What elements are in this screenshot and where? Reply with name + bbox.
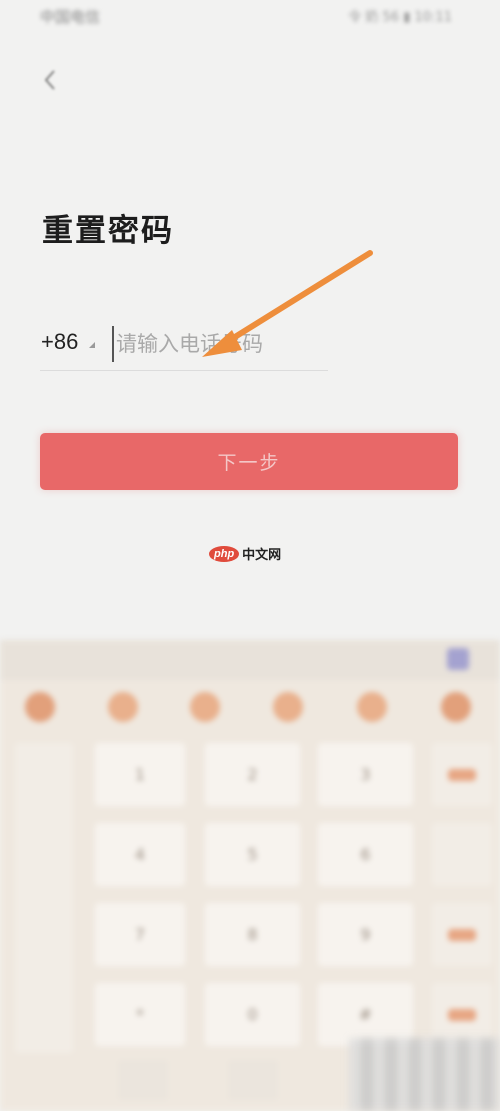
key-3[interactable]: 3 <box>318 743 413 806</box>
key-1[interactable]: 1 <box>95 743 185 806</box>
keyboard-symbol-column[interactable] <box>15 743 73 1053</box>
caret-down-icon <box>89 342 95 348</box>
key-clear[interactable] <box>432 903 492 966</box>
keyboard-settings-icon[interactable] <box>447 648 469 670</box>
back-button[interactable] <box>36 66 64 94</box>
key-9[interactable]: 9 <box>318 903 413 966</box>
phone-field-row: +86 <box>40 320 328 371</box>
key-2[interactable]: 2 <box>205 743 300 806</box>
candidate-icon[interactable] <box>357 692 387 722</box>
chevron-left-icon <box>44 70 55 90</box>
country-code-selector[interactable]: +86 <box>41 329 78 355</box>
phone-input[interactable] <box>112 326 326 362</box>
candidate-icon[interactable] <box>190 692 220 722</box>
watermark-logo: php 中文网 <box>209 544 281 563</box>
next-button[interactable]: 下一步 <box>40 433 458 490</box>
keyboard-toolbar <box>0 640 500 680</box>
candidate-icon[interactable] <box>108 692 138 722</box>
key-confirm[interactable] <box>432 983 492 1046</box>
watermark-badge: php <box>209 545 240 562</box>
key-4[interactable]: 4 <box>95 823 185 886</box>
nav-back-icon[interactable] <box>118 1060 168 1100</box>
key-0[interactable]: 0 <box>205 983 300 1046</box>
key-backspace[interactable] <box>432 743 492 806</box>
status-bar: 中国电信 令 奶 56 ▮ 10:11 <box>0 0 500 36</box>
nav-home-icon[interactable] <box>228 1060 278 1100</box>
candidate-icon[interactable] <box>273 692 303 722</box>
key-5[interactable]: 5 <box>205 823 300 886</box>
key-star[interactable]: * <box>95 983 185 1046</box>
key-6[interactable]: 6 <box>318 823 413 886</box>
key-7[interactable]: 7 <box>95 903 185 966</box>
key-8[interactable]: 8 <box>205 903 300 966</box>
corner-mosaic <box>349 1038 500 1111</box>
carrier-label: 中国电信 <box>40 8 101 26</box>
key-hash[interactable]: # <box>318 983 413 1046</box>
page-title: 重置密码 <box>42 213 174 249</box>
status-indicators: 令 奶 56 ▮ 10:11 <box>348 10 452 25</box>
candidate-icon[interactable] <box>441 692 471 722</box>
watermark-text: 中文网 <box>242 548 282 563</box>
key-function[interactable] <box>432 823 492 886</box>
keyboard-candidate-bar <box>0 682 500 730</box>
candidate-icon[interactable] <box>25 692 55 722</box>
